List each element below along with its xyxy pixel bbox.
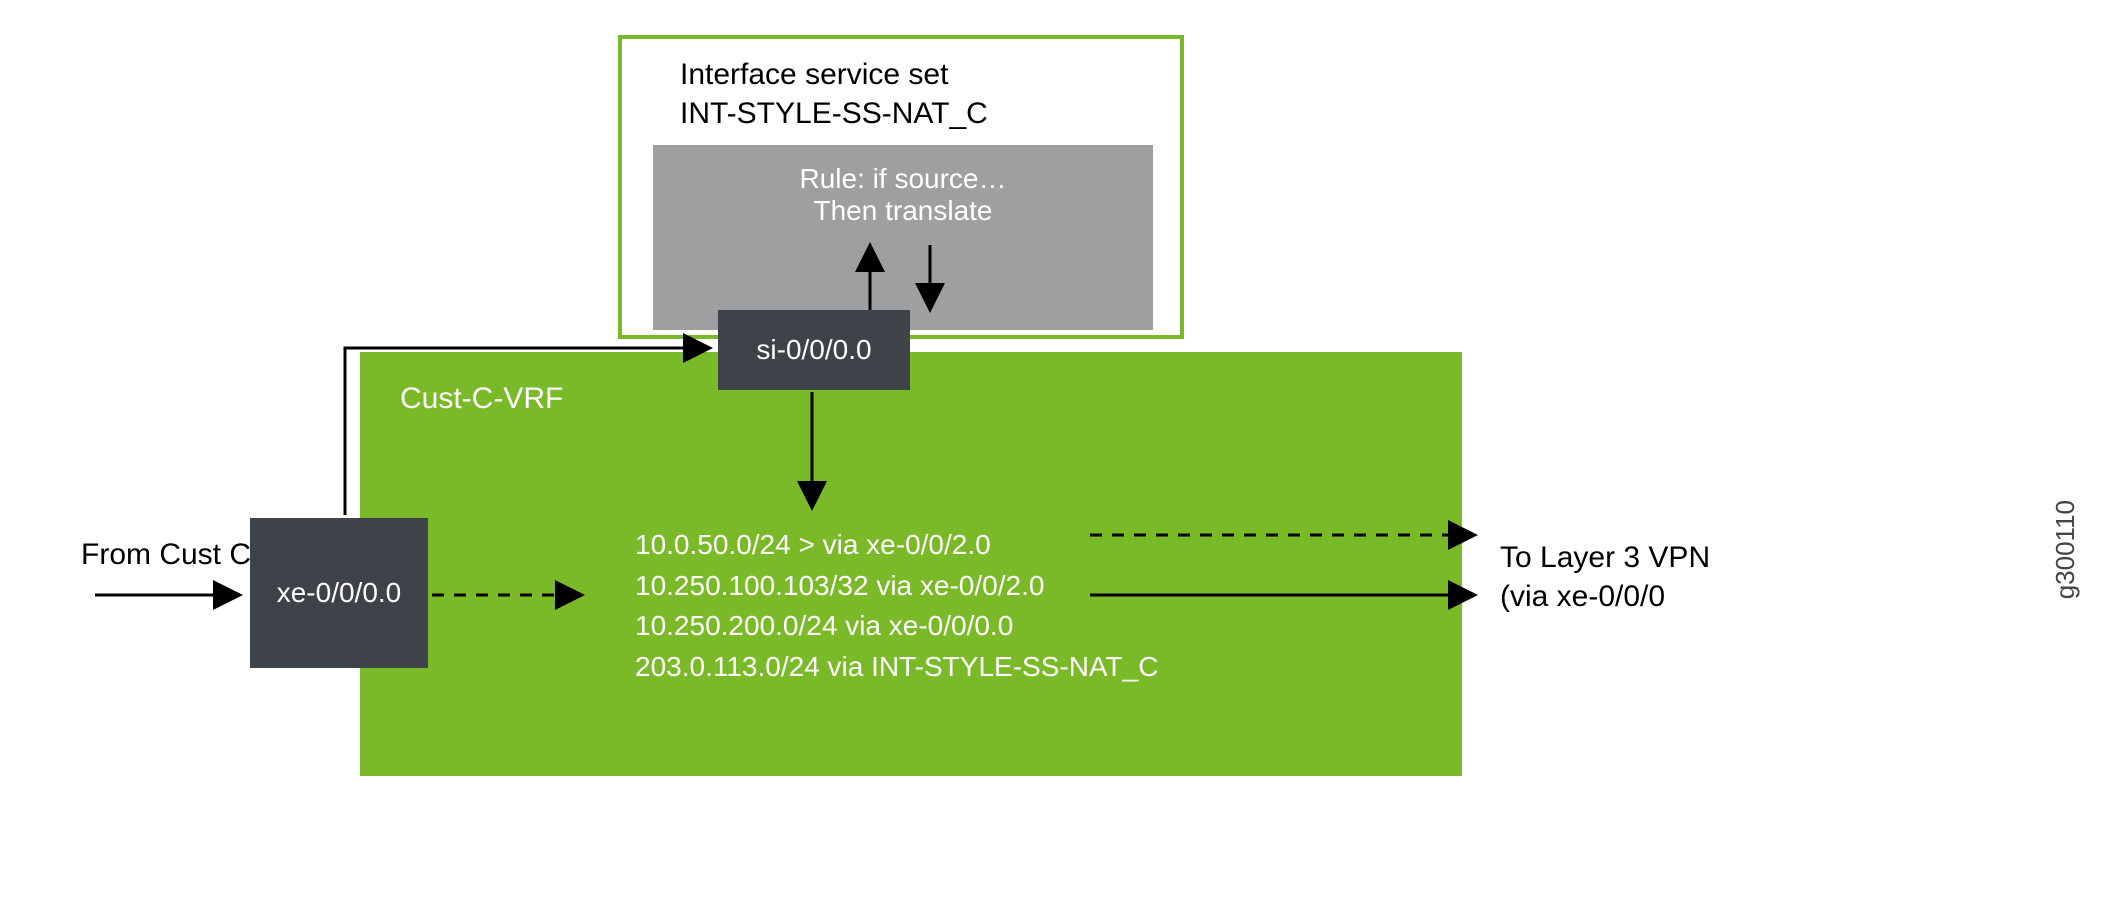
si-interface-box: si-0/0/0.0 <box>718 310 910 390</box>
service-set-title-line1: Interface service set <box>680 55 988 94</box>
egress-label: To Layer 3 VPN (via xe-0/0/0 <box>1500 538 1710 616</box>
route-entry: 10.0.50.0/24 > via xe-0/0/2.0 <box>635 525 1158 566</box>
egress-label-line1: To Layer 3 VPN <box>1500 538 1710 577</box>
egress-label-line2: (via xe-0/0/0 <box>1500 577 1710 616</box>
rule-line1: Rule: if source… <box>677 163 1129 195</box>
si-interface-label: si-0/0/0.0 <box>756 334 871 366</box>
rule-line2: Then translate <box>677 195 1129 227</box>
route-table: 10.0.50.0/24 > via xe-0/0/2.0 10.250.100… <box>635 525 1158 687</box>
vrf-label: Cust-C-VRF <box>400 382 563 416</box>
route-entry: 10.250.100.103/32 via xe-0/0/2.0 <box>635 566 1158 607</box>
diagram-canvas: Cust-C-VRF Interface service set INT-STY… <box>0 0 2101 901</box>
route-entry: 10.250.200.0/24 via xe-0/0/0.0 <box>635 606 1158 647</box>
route-entry: 203.0.113.0/24 via INT-STYLE-SS-NAT_C <box>635 647 1158 688</box>
xe-interface-label: xe-0/0/0.0 <box>277 577 402 609</box>
ingress-label: From Cust C <box>81 538 251 572</box>
figure-code: g300110 <box>2050 500 2081 599</box>
service-set-title-line2: INT-STYLE-SS-NAT_C <box>680 94 988 133</box>
service-set-title: Interface service set INT-STYLE-SS-NAT_C <box>680 55 988 133</box>
rule-box: Rule: if source… Then translate <box>653 145 1153 330</box>
xe-interface-box: xe-0/0/0.0 <box>250 518 428 668</box>
